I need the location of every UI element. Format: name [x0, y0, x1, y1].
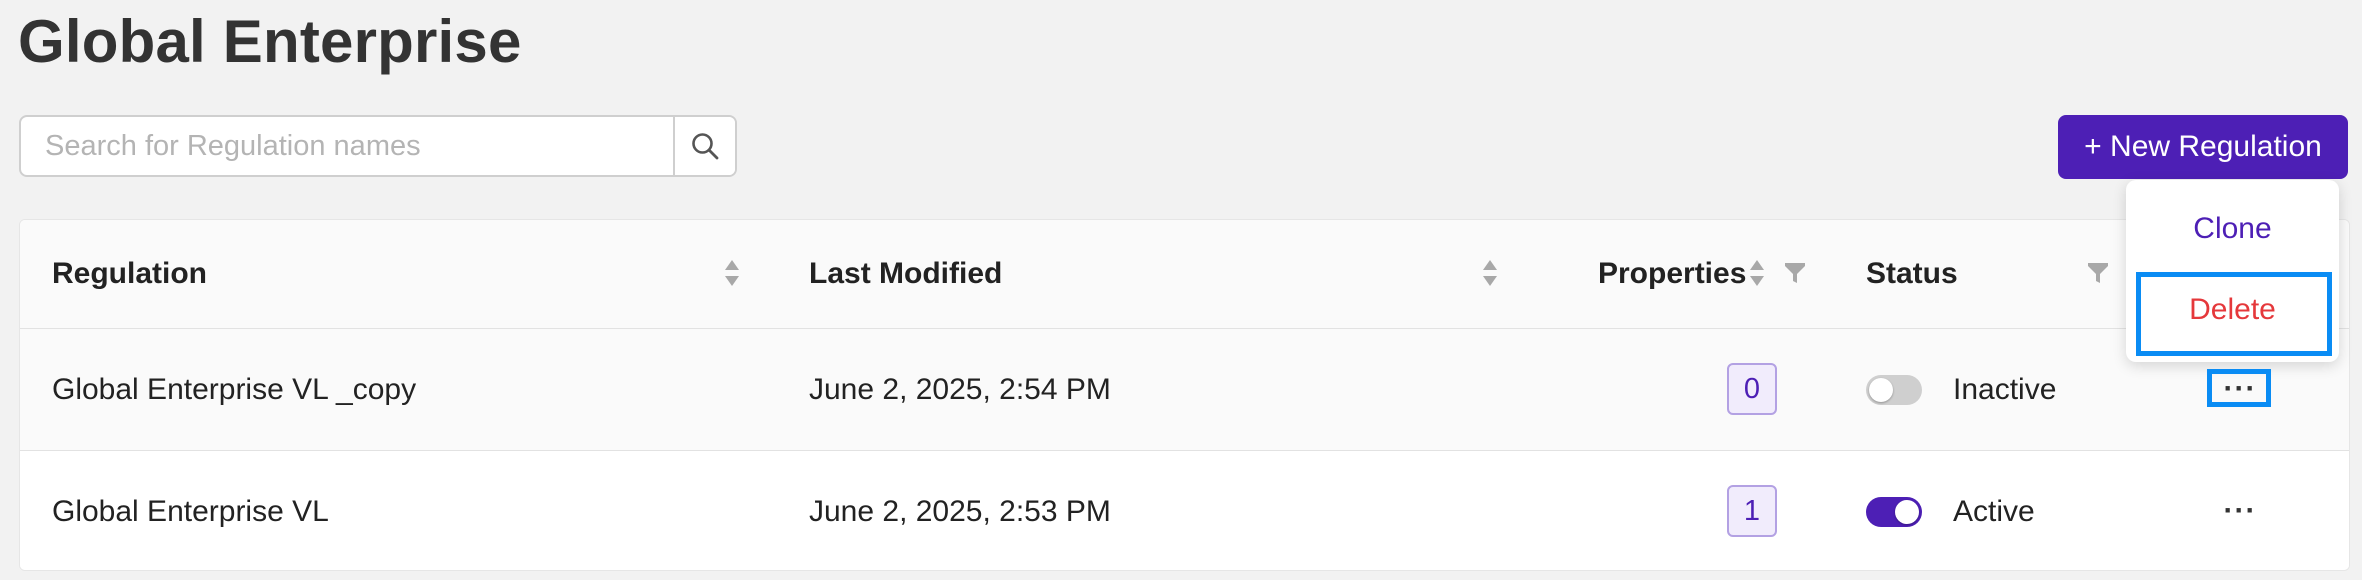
table-header: Regulation Last Modified Properties Stat… — [20, 220, 2349, 329]
filter-icon[interactable] — [1784, 261, 1806, 285]
row-actions-menu: Clone Delete — [2126, 180, 2339, 362]
sort-icon[interactable] — [1481, 258, 1499, 288]
search-input[interactable] — [21, 117, 673, 175]
last-modified: June 2, 2025, 2:54 PM — [809, 372, 1111, 406]
more-actions-button[interactable]: ··· — [2209, 372, 2271, 406]
new-regulation-button[interactable]: + New Regulation — [2058, 115, 2348, 179]
column-header-properties[interactable]: Properties — [1598, 220, 1746, 328]
search-button[interactable] — [673, 117, 735, 175]
regulation-name[interactable]: Global Enterprise VL _copy — [52, 329, 416, 450]
properties-count-badge[interactable]: 0 — [1727, 363, 1777, 415]
sort-icon[interactable] — [1748, 258, 1766, 288]
page-title: Global Enterprise — [18, 8, 522, 75]
search-box — [19, 115, 737, 177]
regulation-name[interactable]: Global Enterprise VL — [52, 451, 329, 570]
properties-count-badge[interactable]: 1 — [1727, 485, 1777, 537]
toggle-knob — [1895, 500, 1919, 524]
column-header-regulation[interactable]: Regulation — [52, 220, 207, 328]
status-toggle[interactable] — [1866, 497, 1922, 527]
regulations-table: Regulation Last Modified Properties Stat… — [19, 219, 2350, 571]
clone-menu-item[interactable]: Clone — [2126, 198, 2339, 260]
column-header-last-modified[interactable]: Last Modified — [809, 220, 1002, 328]
column-header-status[interactable]: Status — [1866, 220, 1958, 328]
sort-icon[interactable] — [723, 258, 741, 288]
toggle-knob — [1869, 378, 1893, 402]
search-icon — [692, 133, 719, 160]
status-label: Inactive — [1953, 372, 2057, 406]
status-label: Active — [1953, 494, 2035, 528]
more-actions-button[interactable]: ··· — [2209, 494, 2271, 528]
last-modified: June 2, 2025, 2:53 PM — [809, 494, 1111, 528]
filter-icon[interactable] — [2087, 261, 2109, 285]
status-toggle[interactable] — [1866, 375, 1922, 405]
table-row[interactable]: Global Enterprise VL _copy June 2, 2025,… — [20, 329, 2349, 451]
delete-menu-item[interactable]: Delete — [2126, 274, 2339, 346]
table-row[interactable]: Global Enterprise VL June 2, 2025, 2:53 … — [20, 451, 2349, 570]
